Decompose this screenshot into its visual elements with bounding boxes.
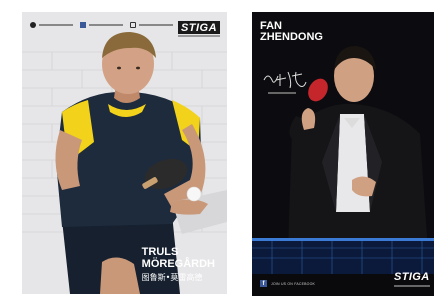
player-last-name: MÖREGÅRDH	[141, 258, 215, 270]
stiga-logo: STIGA	[394, 271, 432, 283]
player-signature	[263, 71, 307, 89]
poster-fan-zhendong: FAN ZHENDONG f JOIN US ON FACEBOOK STIGA	[252, 12, 434, 296]
stiga-tagline	[394, 285, 430, 287]
signature-caption	[268, 92, 296, 94]
player-photo-fan	[252, 46, 434, 296]
player-first-name: TRULS	[141, 246, 179, 258]
brand-name: STIGA	[394, 271, 430, 283]
player-name-chinese: 图鲁斯•莫雷高德	[141, 273, 203, 282]
player-name-block: FAN ZHENDONG	[260, 21, 323, 43]
player-last-name: ZHENDONG	[260, 31, 323, 43]
facebook-promo-text: JOIN US ON FACEBOOK	[271, 281, 316, 286]
facebook-promo: f JOIN US ON FACEBOOK	[260, 280, 315, 287]
player-name-block: TRULS MÖREGÅRDH 图鲁斯•莫雷高德	[142, 246, 215, 284]
poster-truls-moregardh: STIGA TRULS MÖREGÅRDH 图鲁斯•莫雷高德	[22, 12, 227, 294]
facebook-icon: f	[260, 280, 267, 287]
